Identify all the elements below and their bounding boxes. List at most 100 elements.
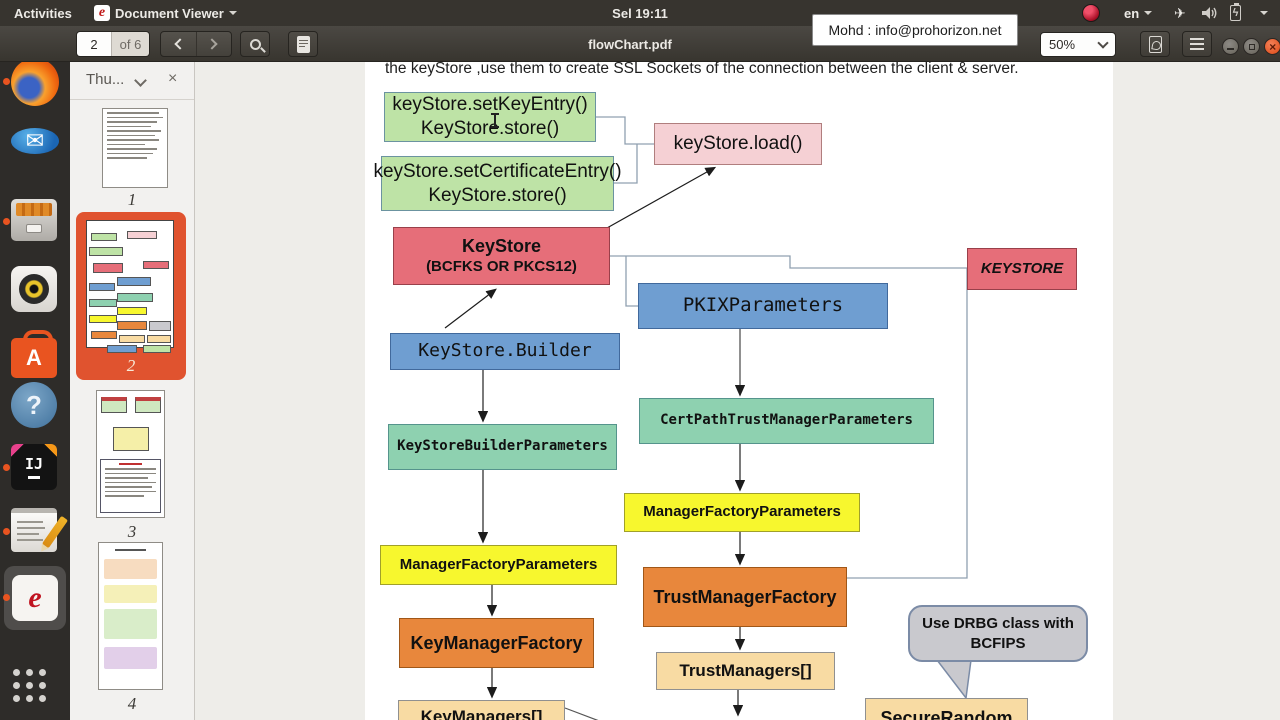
thumb2-mini-box	[91, 331, 117, 339]
thumbnail-page-4[interactable]	[98, 542, 163, 690]
show-applications-button[interactable]	[11, 664, 59, 712]
thumbnail-page-1[interactable]	[102, 108, 168, 188]
thumb1-text-line	[107, 157, 147, 159]
hamburger-menu-button[interactable]	[1182, 31, 1212, 57]
keystore-builder-parameters-label: KeyStoreBuilderParameters	[397, 438, 608, 455]
close-button[interactable]: ×	[1264, 38, 1280, 56]
certpath-trustmanager-parameters-node: CertPathTrustManagerParameters	[639, 398, 934, 444]
thumb1-text-line	[107, 130, 161, 132]
help-icon: ?	[11, 382, 57, 428]
thumbnails-sidebar: Thu... × 1 2 3 4	[70, 62, 195, 720]
thumb2-mini-box	[117, 321, 147, 330]
app-grid-icon	[13, 669, 59, 702]
search-icon	[249, 38, 261, 50]
ubuntu-software-launcher[interactable]: A	[11, 330, 59, 380]
text-editor-launcher[interactable]	[11, 508, 69, 556]
trust-manager-factory-label: TrustManagerFactory	[653, 586, 837, 607]
thumb1-text-line	[107, 112, 159, 114]
thumbnail-page-2-selected[interactable]: 2	[76, 212, 186, 380]
sidebar-close-icon[interactable]: ×	[168, 70, 177, 88]
thumb2-mini-box	[117, 293, 153, 302]
thumb2-mini-box	[149, 321, 171, 331]
system-menu-chevron-icon[interactable]	[1254, 0, 1274, 26]
manager-factory-parameters-right-node: ManagerFactoryParameters	[624, 493, 860, 532]
annotate-document-button[interactable]	[1140, 31, 1170, 57]
battery-icon[interactable]: ϟ	[1224, 0, 1247, 26]
set-certificate-entry-label: keyStore.setCertificateEntry()	[373, 160, 622, 182]
intellij-launcher[interactable]: IJ	[11, 444, 59, 492]
thumb1-text-line	[107, 125, 151, 127]
thumb2-mini-box	[93, 263, 123, 273]
thumb2-mini-box	[89, 315, 117, 323]
thumbnail-2-label: 2	[126, 356, 136, 375]
running-indicator-dot	[3, 78, 10, 85]
minimize-button[interactable]	[1222, 38, 1239, 56]
bubble-text: BCFIPS	[970, 634, 1026, 652]
thumb2-mini-box	[89, 247, 123, 256]
annotate-icon	[1148, 35, 1162, 53]
set-certificate-entry-node: keyStore.setCertificateEntry() KeyStore.s…	[373, 156, 622, 211]
rhythmbox-launcher[interactable]	[11, 266, 59, 314]
search-button[interactable]	[240, 31, 270, 57]
thumb4-band	[104, 585, 157, 603]
close-icon: ×	[1268, 39, 1276, 54]
zoom-level-value: 50%	[1049, 37, 1076, 52]
keyboard-layout-label: en	[1124, 5, 1140, 21]
annotation-sidebar-button[interactable]	[288, 31, 318, 57]
thumb2-mini-box	[127, 231, 157, 239]
screen-record-indicator-icon[interactable]	[1082, 4, 1100, 22]
firefox-icon	[11, 58, 59, 106]
thumb1-text-line	[107, 121, 157, 123]
activities-button[interactable]: Activities	[8, 0, 78, 26]
page-number-input[interactable]: 2	[77, 32, 111, 56]
keystore-label: KeyStore	[461, 236, 542, 257]
document-view[interactable]: the keyStore ,use them to create SSL Soc…	[195, 62, 1280, 720]
app-menu-button[interactable]: e Document Viewer	[88, 0, 243, 26]
manager-factory-parameters-left-node: ManagerFactoryParameters	[380, 545, 617, 585]
dock: ✉ A ? IJ e	[0, 26, 70, 720]
zoom-level-dropdown[interactable]: 50%	[1040, 32, 1116, 57]
keystore-builder-label: KeyStore.Builder	[418, 340, 592, 362]
thumb3-box	[101, 397, 127, 413]
clock-button[interactable]: Sel 19:11	[606, 0, 674, 26]
pkix-parameters-node: PKIXParameters	[638, 283, 888, 329]
thumb2-mini-box	[117, 307, 147, 315]
help-launcher[interactable]: ?	[11, 382, 59, 430]
bubble-text: Use DRBG class with	[922, 615, 1074, 632]
keystore-label-node: KEYSTORE	[967, 248, 1077, 290]
notification-toast[interactable]: Mohd : info@prohorizon.net	[812, 14, 1018, 46]
trust-managers-array-node: TrustManagers[]	[656, 652, 835, 690]
evince-launcher[interactable]: e	[11, 566, 59, 621]
thunderbird-icon: ✉	[11, 128, 59, 154]
airplane-mode-icon[interactable]: ✈	[1168, 0, 1192, 26]
key-manager-factory-node: KeyManagerFactory	[399, 618, 594, 668]
set-key-entry-label: KeyStore.store()	[420, 118, 560, 139]
trust-manager-factory-node: TrustManagerFactory	[643, 567, 847, 627]
chevron-left-icon	[174, 38, 186, 50]
key-managers-array-node: KeyManagers[]	[398, 700, 565, 720]
thumbnail-page-3[interactable]	[96, 390, 165, 518]
hamburger-icon	[1190, 38, 1204, 50]
page-total-text: of 6	[119, 36, 142, 52]
thumb2-mini-box	[117, 277, 151, 286]
volume-icon[interactable]	[1196, 0, 1224, 26]
thumb3-box	[135, 397, 161, 413]
notification-text: Mohd : info@prohorizon.net	[828, 22, 1002, 38]
next-page-button[interactable]	[195, 32, 232, 56]
running-indicator-dot	[3, 528, 10, 535]
thumbnail-4-label: 4	[127, 694, 137, 713]
thunderbird-launcher[interactable]: ✉	[11, 128, 59, 176]
firefox-launcher[interactable]	[11, 58, 59, 106]
window-title: flowChart.pdf	[540, 26, 720, 62]
keystore-node: KeyStore (BCFKS OR PKCS12)	[393, 227, 610, 285]
thumbnail-1-content	[103, 112, 167, 159]
previous-page-button[interactable]	[161, 32, 196, 56]
keyboard-layout-button[interactable]: en	[1118, 0, 1158, 26]
sidebar-dropdown-chevron-icon[interactable]	[134, 74, 147, 87]
thumb2-mini-box	[89, 283, 115, 291]
evince-header-bar: 2 of 6 flowChart.pdf 50% ×	[0, 26, 1280, 62]
files-launcher[interactable]	[11, 196, 59, 244]
document-page-icon	[296, 35, 310, 53]
maximize-button[interactable]	[1243, 38, 1260, 56]
thumb2-mini-box	[89, 299, 117, 307]
